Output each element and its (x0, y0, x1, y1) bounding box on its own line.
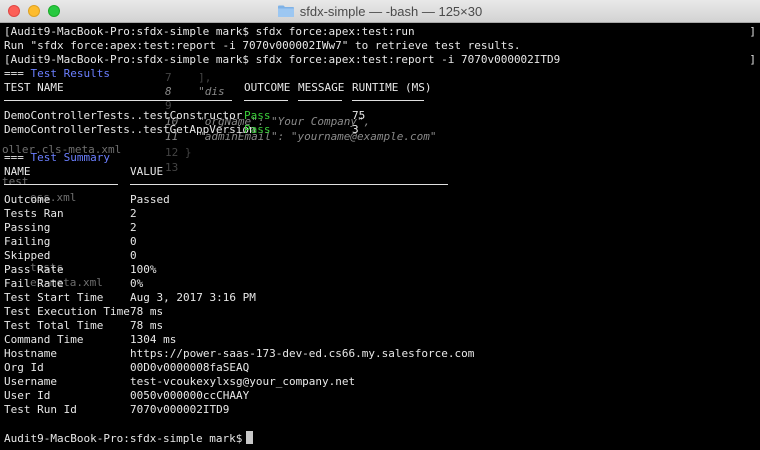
summary-row-value: 0 (130, 235, 137, 248)
folder-icon (277, 5, 294, 17)
results-row-name: DemoControllerTests..testConstructor (4, 109, 243, 122)
results-row-outcome: Pass (244, 109, 271, 122)
scroll-marker: ] (749, 53, 756, 66)
prompt-line[interactable]: Audit9-MacBook-Pro:sfdx-simple mark$ (4, 431, 254, 445)
ghost-editor-line: 8 "dis (165, 85, 225, 98)
summary-row-name: User Id (4, 389, 51, 402)
summary-row-name: Command Time (4, 333, 84, 346)
results-row-runtime: 75 (352, 109, 366, 122)
title-bar: sfdx-simple — -bash — 125×30 (0, 0, 760, 23)
summary-row-name: Test Start Time (4, 291, 104, 304)
summary-row-name: Tests Ran (4, 207, 64, 220)
summary-row-name: Org Id (4, 361, 44, 374)
summary-row-name: Username (4, 375, 57, 388)
summary-row-value: test-vcoukexylxsg@your_company.net (130, 375, 356, 388)
column-header-value: VALUE (130, 165, 164, 178)
summary-row-value: Aug 3, 2017 3:16 PM (130, 291, 256, 304)
summary-row-name: Fail Rate (4, 277, 64, 290)
summary-row-name: Skipped (4, 249, 51, 262)
results-row-name: DemoControllerTests..testGetAppVersion (4, 123, 256, 136)
summary-row-value: 00D0v0000008faSEAQ (130, 361, 250, 374)
summary-row-name: Test Total Time (4, 319, 104, 332)
output-line: Run "sfdx force:apex:test:report -i 7070… (4, 39, 521, 52)
window-title: sfdx-simple — -bash — 125×30 (299, 3, 483, 19)
column-rule (352, 100, 424, 101)
column-header-outcome: OUTCOME (244, 81, 291, 94)
summary-row-value: 78 ms (130, 305, 164, 318)
column-rule (4, 100, 232, 101)
column-header-test-name: TEST NAME (4, 81, 64, 94)
ghost-editor-line: 13 (165, 161, 179, 174)
summary-row-value: 100% (130, 263, 157, 276)
summary-row-value: https://power-saas-173-dev-ed.cs66.my.sa… (130, 347, 475, 360)
scroll-marker: ] (749, 25, 756, 38)
ghost-editor-line: 12 } (165, 146, 192, 159)
summary-row-value: Passed (130, 193, 170, 206)
summary-row-value: 2 (130, 221, 137, 234)
summary-row-value: 7070v000002ITD9 (130, 403, 230, 416)
summary-row-value: 0% (130, 277, 144, 290)
summary-row-name: Failing (4, 235, 51, 248)
column-rule (4, 184, 118, 185)
command-line: [Audit9-MacBook-Pro:sfdx-simple mark$ sf… (4, 53, 561, 66)
summary-row-value: 78 ms (130, 319, 164, 332)
summary-row-value: 0 (130, 249, 137, 262)
column-header-name: NAME (4, 165, 31, 178)
summary-row-name: Hostname (4, 347, 57, 360)
column-rule (130, 184, 448, 185)
results-section-header: === Test Results (4, 67, 110, 80)
terminal-viewport[interactable]: 7 ], 8 "dis 9 10 "orgName": "Your Compan… (0, 23, 760, 450)
ghost-editor-line: 7 ], (165, 71, 212, 84)
summary-section-header: === Test Summary (4, 151, 110, 164)
text-cursor (246, 431, 254, 444)
column-header-runtime: RUNTIME (MS) (352, 81, 432, 94)
results-row-outcome: Pass (244, 123, 271, 136)
column-rule (244, 100, 288, 101)
summary-row-name: Passing (4, 221, 51, 234)
summary-row-name: Test Run Id (4, 403, 77, 416)
summary-row-name: Outcome (4, 193, 51, 206)
window-title-wrap: sfdx-simple — -bash — 125×30 (0, 0, 760, 22)
summary-row-name: Test Execution Time (4, 305, 130, 318)
summary-row-value: 2 (130, 207, 137, 220)
summary-row-value: 1304 ms (130, 333, 177, 346)
summary-row-name: Pass Rate (4, 263, 64, 276)
column-rule (298, 100, 342, 101)
results-row-runtime: 3 (352, 123, 359, 136)
column-header-message: MESSAGE (298, 81, 345, 94)
summary-row-value: 0050v000000ccCHAAY (130, 389, 250, 402)
command-line: [Audit9-MacBook-Pro:sfdx-simple mark$ sf… (4, 25, 415, 38)
